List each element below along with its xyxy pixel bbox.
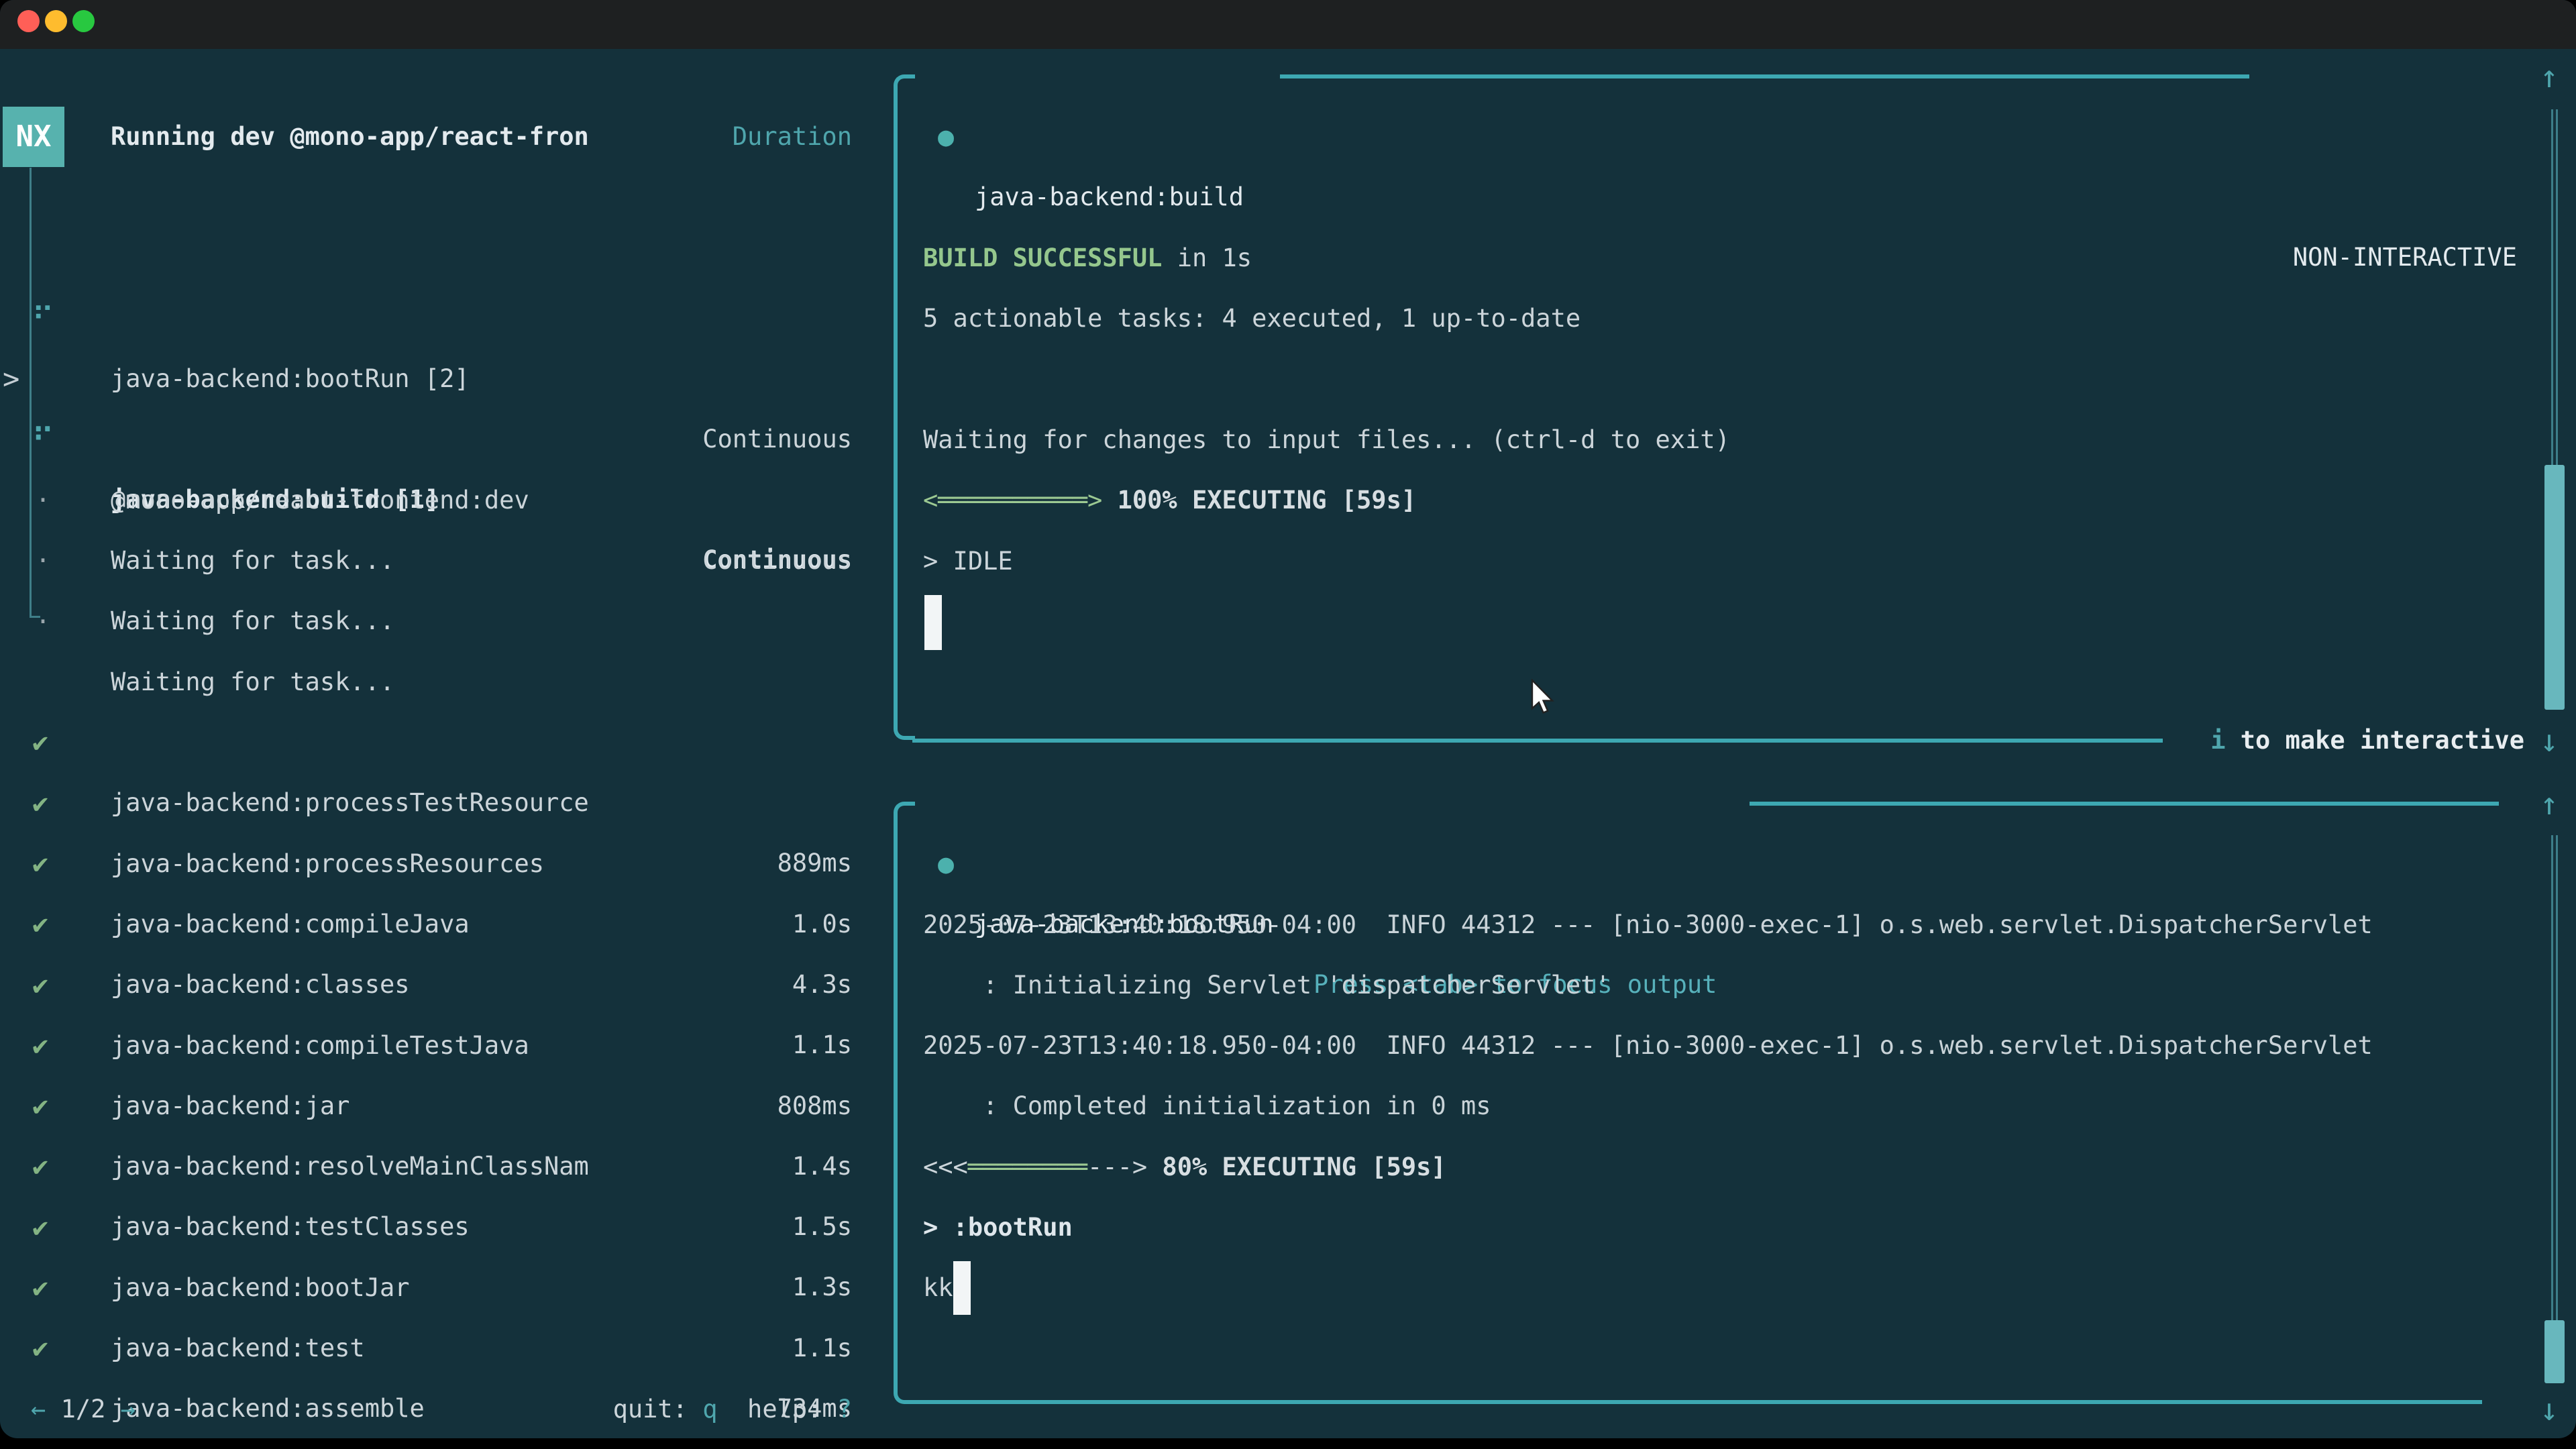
sidebar-title: Running dev @mono-app/react-fron	[111, 107, 589, 167]
task-row-frontend-dev[interactable]: ⠋ @mono-app/react-frontend:dev Continuou…	[0, 350, 892, 410]
build-waiting-line: Waiting for changes to input files... (c…	[923, 410, 1730, 470]
progress-bar: ════════	[968, 1152, 1087, 1181]
scroll-up-icon[interactable]: ↑	[2533, 46, 2565, 107]
task-row-bootrun[interactable]: ⠋ java-backend:bootRun [2] Continuous	[0, 228, 892, 288]
task-name: java-backend:assemble	[111, 1379, 425, 1438]
build-pane-scroll-track[interactable]	[2551, 109, 2558, 465]
task-dot-icon: ●	[932, 834, 959, 894]
task-row-build[interactable]: > ⠋ java-backend:build [1] Continuous	[0, 288, 892, 349]
log-line: 2025-07-23T13:40:18.950-04:00 INFO 44312…	[923, 1016, 2373, 1076]
task-name: java-backend:test	[111, 1318, 365, 1379]
terminal-content: NX Running dev @mono-app/react-fron Dura…	[0, 49, 2576, 1438]
bootrun-pane-scroll-thumb[interactable]	[2544, 1320, 2565, 1383]
interactive-key: i	[2210, 726, 2225, 755]
done-task-row[interactable]: ✔ java-backend:bootJar 1.1s	[0, 1137, 892, 1197]
zoom-button[interactable]	[72, 10, 95, 32]
pagination: ← 1/2 →	[31, 1379, 136, 1438]
pending-label: Waiting for task...	[111, 591, 394, 651]
done-task-row[interactable]: ✔ java-backend:jar 1.4s	[0, 955, 892, 1016]
check-icon: ✔	[24, 1318, 56, 1379]
scroll-down-icon[interactable]: ↓	[2533, 710, 2565, 771]
terminal-window: NX Running dev @mono-app/react-fron Dura…	[0, 0, 2576, 1438]
next-page-arrow-icon[interactable]: →	[121, 1395, 136, 1424]
page-indicator: 1/2	[61, 1395, 106, 1424]
bootrun-pane-border	[894, 802, 915, 1404]
build-pane-header[interactable]: ● java-backend:build NON-INTERACTIVE	[0, 46, 2576, 107]
task-dot-icon: ●	[932, 107, 959, 167]
text-cursor	[953, 1261, 971, 1315]
scroll-down-icon[interactable]: ↓	[2533, 1379, 2565, 1438]
close-button[interactable]	[17, 10, 40, 32]
build-pane-title: java-backend:build	[975, 167, 1244, 227]
bootrun-progress-line: <<<════════---> 80% EXECUTING [59s]	[923, 1137, 1446, 1197]
pending-task-row: · Waiting for task...	[0, 470, 892, 531]
scroll-up-icon[interactable]: ↑	[2533, 773, 2565, 834]
duration-column-header: Duration	[733, 107, 852, 167]
prev-page-arrow-icon[interactable]: ←	[31, 1395, 46, 1424]
keyboard-hints: quit: q help: ?	[613, 1379, 852, 1438]
build-idle-line: > IDLE	[923, 531, 1013, 592]
bootrun-pane-header[interactable]: ● java-backend:bootRun Press <tab> to fo…	[0, 773, 2576, 834]
log-line: : Completed initialization in 0 ms	[923, 1076, 1491, 1136]
done-task-row[interactable]: ✔ java-backend:resolveMainClassNam 1.5s	[0, 1016, 892, 1076]
done-task-row[interactable]: ✔ java-backend:test 734ms	[0, 1197, 892, 1258]
make-interactive-hint: i to make interactive	[2210, 710, 2524, 771]
done-task-row[interactable]: ✔ java-backend:assemble 774ms	[0, 1258, 892, 1318]
pending-task-row: · Waiting for task...	[0, 531, 892, 592]
done-task-row[interactable]: ✔ java-backend:processResources 1.0s	[0, 713, 892, 773]
minimize-button[interactable]	[45, 10, 67, 32]
help-label: help:	[718, 1395, 837, 1424]
build-pane-scroll-thumb[interactable]	[2544, 465, 2565, 710]
pending-dot-icon: ·	[27, 592, 59, 652]
task-duration: 1.1s	[792, 1318, 852, 1379]
progress-bar: <══════════>	[923, 486, 1102, 515]
build-success-line: BUILD SUCCESSFUL in 1s	[923, 228, 1252, 288]
log-line: 2025-07-23T13:40:18.950-04:00 INFO 44312…	[923, 895, 2373, 955]
bootrun-input-text[interactable]: kk	[923, 1258, 953, 1318]
quit-label: quit:	[613, 1395, 703, 1424]
build-summary-line: 5 actionable tasks: 4 executed, 1 up-to-…	[923, 288, 1580, 349]
build-progress-line: <══════════> 100% EXECUTING [59s]	[923, 470, 1416, 531]
text-cursor	[924, 595, 942, 650]
done-task-row[interactable]: ✔ java-backend:processTestResource 889ms	[0, 652, 892, 712]
help-key: ?	[837, 1395, 852, 1424]
done-task-row[interactable]: ✔ java-backend:classes 1.1s	[0, 834, 892, 894]
bootrun-pane-scroll-track[interactable]	[2551, 835, 2558, 1320]
title-bar	[0, 0, 2576, 49]
done-task-row[interactable]: ✔ java-backend:compileTestJava 808ms	[0, 895, 892, 955]
progress-label: 80% EXECUTING [59s]	[1147, 1152, 1446, 1181]
quit-key: q	[702, 1395, 717, 1424]
progress-label: 100% EXECUTING [59s]	[1102, 486, 1416, 515]
non-interactive-badge: NON-INTERACTIVE	[2293, 227, 2517, 288]
done-task-row[interactable]: ✔ java-backend:testClasses 1.3s	[0, 1076, 892, 1136]
build-pane-bottom-rule	[912, 739, 2163, 743]
mouse-cursor	[1528, 679, 1558, 716]
bootrun-task-line: > :bootRun	[923, 1197, 1073, 1258]
pending-task-row: · Waiting for task...	[0, 410, 892, 470]
bootrun-pane-bottom-rule	[912, 1400, 2482, 1404]
build-pane-border	[894, 74, 915, 740]
log-line: : Initializing Servlet 'dispatcherServle…	[923, 955, 1611, 1016]
